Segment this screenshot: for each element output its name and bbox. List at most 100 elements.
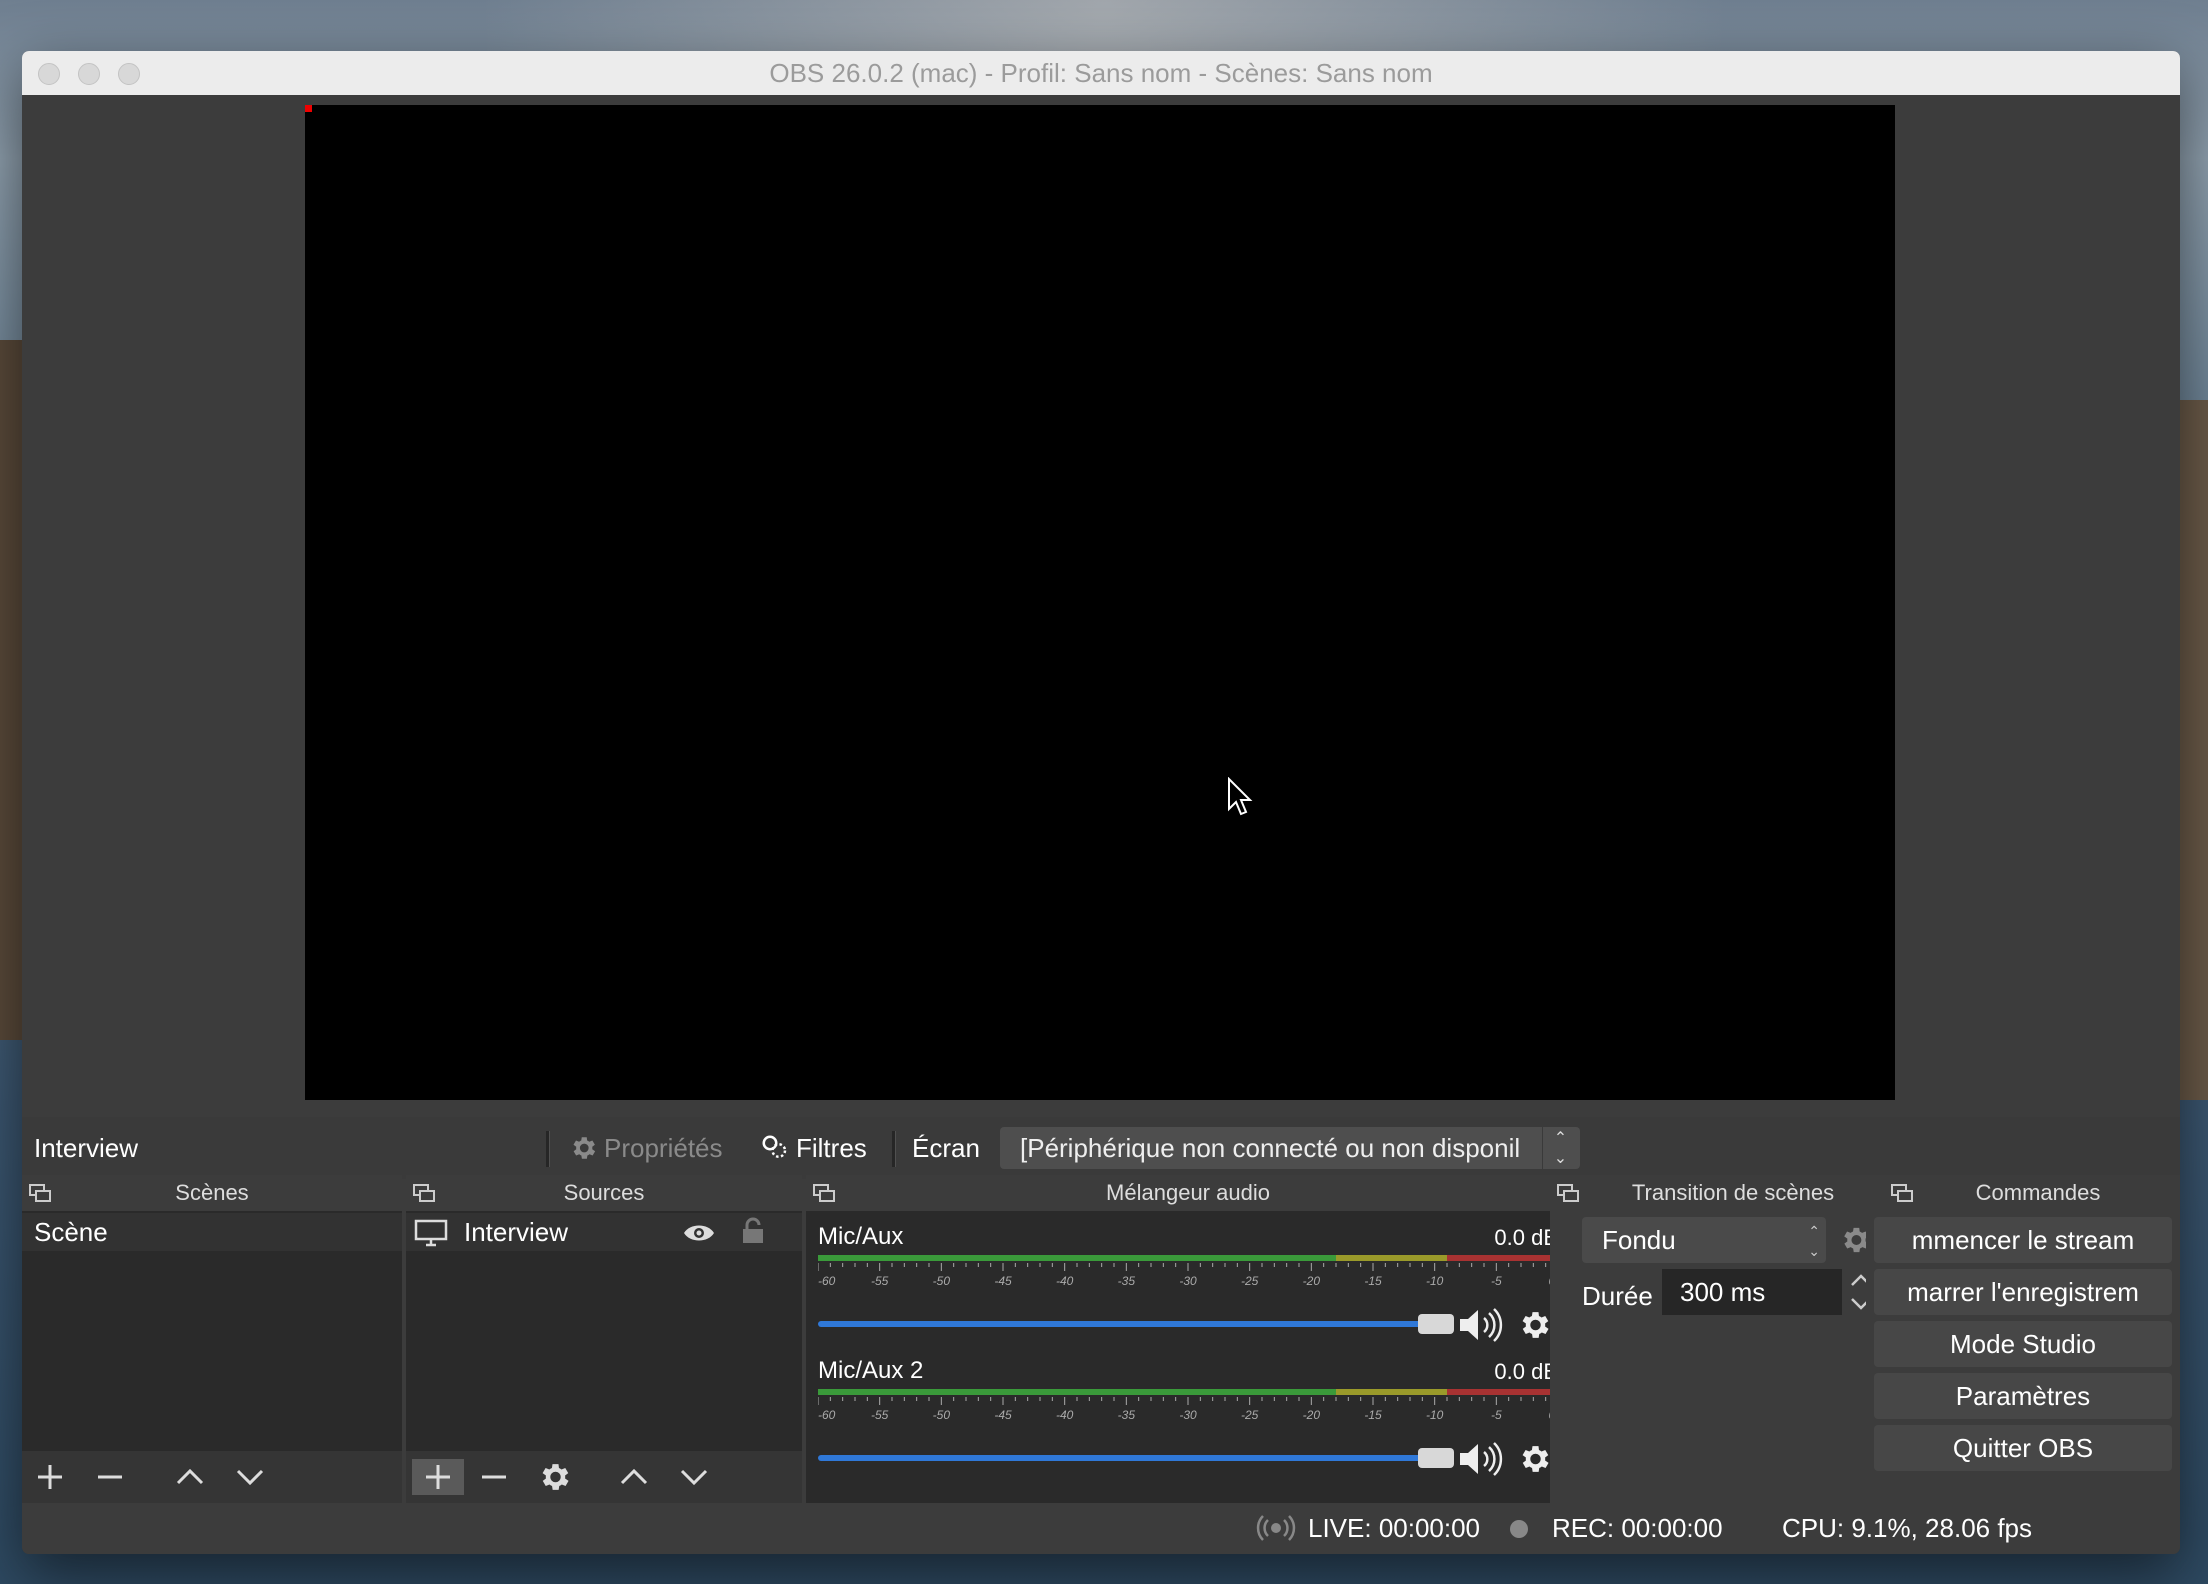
channel-name: Mic/Aux 2 — [818, 1357, 924, 1384]
selection-handle[interactable] — [305, 105, 312, 112]
audio-channel: Mic/Aux 2 0.0 dB -60 -55 -50 -45 -40 -35 -30 -2… — [806, 1349, 1570, 1479]
move-source-down-button[interactable] — [674, 1459, 714, 1495]
obs-window: OBS 26.0.2 (mac) - Profil: Sans nom - Sc… — [22, 51, 2180, 1554]
undock-icon[interactable] — [1890, 1183, 1914, 1203]
move-scene-up-button[interactable] — [170, 1459, 210, 1495]
volume-slider-handle[interactable] — [1418, 1448, 1454, 1468]
transitions-title: Transition de scènes — [1631, 1180, 1835, 1205]
meter-scale-label: -55 — [871, 1274, 889, 1288]
meter-scale-label: -40 — [1056, 1274, 1074, 1288]
device-select-value: [Périphérique non connecté ou non dispon… — [1020, 1133, 1521, 1163]
meter-scale-label: -15 — [1364, 1408, 1382, 1422]
scene-list-item[interactable]: Scène — [22, 1213, 402, 1251]
quit-button[interactable]: Quitter OBS — [1874, 1425, 2172, 1471]
studio-mode-button[interactable]: Mode Studio — [1874, 1321, 2172, 1367]
device-select[interactable]: [Périphérique non connecté ou non dispon… — [1000, 1127, 1580, 1169]
preview-area — [22, 95, 2180, 1159]
meter-scale-label: -5 — [1491, 1274, 1502, 1288]
audio-mixer-body: Mic/Aux 0.0 dB -60 -55 -50 -45 -40 -35 -30 -25 -… — [806, 1211, 1570, 1503]
gear-icon — [573, 1137, 596, 1159]
move-source-up-button[interactable] — [614, 1459, 654, 1495]
meter-scale-label: -35 — [1118, 1274, 1136, 1288]
meter-scale-label: -10 — [1426, 1274, 1444, 1288]
meter-scale-label: -15 — [1364, 1274, 1382, 1288]
undock-icon[interactable] — [28, 1183, 52, 1203]
channel-db: 0.0 dB — [1494, 1225, 1558, 1250]
lock-icon[interactable] — [740, 1217, 766, 1245]
speaker-icon[interactable] — [1456, 1439, 1504, 1479]
sources-title: Sources — [563, 1180, 645, 1205]
preview-canvas[interactable] — [305, 105, 1895, 1100]
meter-scale-label: -60 — [818, 1274, 836, 1288]
remove-source-button[interactable] — [474, 1459, 514, 1495]
duration-input[interactable]: 300 ms — [1662, 1269, 1842, 1315]
meter-scale-label: -25 — [1241, 1274, 1259, 1288]
meter-segment — [1336, 1255, 1447, 1261]
transitions-body: Fondu ⌃ ⌄ Durée 300 ms — [1550, 1211, 1886, 1503]
meter-segment — [1447, 1389, 1558, 1395]
meter-scale-label: -40 — [1056, 1408, 1074, 1422]
volume-meter: -60-55-50-45-40-35-30-25-20-15-10-50 — [818, 1255, 1558, 1288]
sources-footer — [406, 1451, 802, 1503]
channel-settings-gear-icon[interactable] — [1516, 1307, 1552, 1343]
filters-button[interactable]: Filtres — [760, 1117, 867, 1179]
settings-button[interactable]: Paramètres — [1874, 1373, 2172, 1419]
desktop-rock-right — [2180, 400, 2208, 1100]
duration-value: 300 ms — [1680, 1277, 1766, 1307]
cpu-status: CPU: 9.1%, 28.06 fps — [1782, 1513, 2033, 1543]
meter-scale-label: -30 — [1179, 1408, 1197, 1422]
meter-segment — [818, 1389, 1336, 1395]
meter-scale-label: -30 — [1179, 1274, 1197, 1288]
record-dot-icon — [1510, 1520, 1528, 1538]
desktop-rock-left — [0, 340, 22, 1040]
add-source-button[interactable] — [412, 1459, 464, 1495]
volume-slider-track[interactable] — [818, 1455, 1448, 1461]
meter-segment — [1336, 1389, 1447, 1395]
undock-icon[interactable] — [1556, 1183, 1580, 1203]
eye-icon[interactable] — [682, 1221, 716, 1245]
start-recording-button[interactable]: marrer l'enregistrem — [1874, 1269, 2172, 1315]
current-source-name: Interview — [34, 1133, 139, 1163]
window-title: OBS 26.0.2 (mac) - Profil: Sans nom - Sc… — [769, 58, 1433, 88]
meter-scale-label: -20 — [1303, 1274, 1321, 1288]
meter-scale-label: -60 — [818, 1408, 836, 1422]
transitions-header: Transition de scènes — [1550, 1175, 1886, 1211]
undock-icon[interactable] — [412, 1183, 436, 1203]
source-list-item[interactable]: Interview — [406, 1213, 802, 1251]
source-name: Interview — [464, 1217, 569, 1247]
transition-select[interactable]: Fondu ⌃ ⌄ — [1582, 1217, 1826, 1263]
meter-scale-label: -25 — [1241, 1408, 1259, 1422]
add-scene-button[interactable] — [30, 1459, 70, 1495]
source-properties-gear-icon[interactable] — [534, 1459, 574, 1495]
channel-settings-gear-icon[interactable] — [1516, 1441, 1552, 1477]
live-status: LIVE: 00:00:00 — [1308, 1513, 1481, 1543]
toolbar-divider — [546, 1131, 550, 1167]
scenes-footer — [22, 1451, 402, 1503]
updown-chevron-icon[interactable]: ⌃ ⌄ — [1542, 1127, 1578, 1169]
properties-button[interactable]: Propriétés — [568, 1117, 723, 1179]
channel-db: 0.0 dB — [1494, 1359, 1558, 1384]
updown-chevron-icon: ⌃ ⌄ — [1808, 1223, 1820, 1259]
scenes-dock: Scènes Scène — [22, 1175, 402, 1503]
controls-title: Commandes — [1975, 1180, 2101, 1205]
move-scene-down-button[interactable] — [230, 1459, 270, 1495]
meter-scale-label: -10 — [1426, 1408, 1444, 1422]
mouse-cursor-icon — [1228, 777, 1253, 816]
rec-status: REC: 00:00:00 — [1552, 1513, 1723, 1543]
undock-icon[interactable] — [812, 1183, 836, 1203]
controls-header: Commandes — [1866, 1175, 2180, 1211]
volume-meter: -60-55-50-45-40-35-30-25-20-15-10-50 — [818, 1389, 1558, 1422]
start-streaming-button[interactable]: mmencer le stream — [1874, 1217, 2172, 1263]
meter-scale-label: -45 — [994, 1408, 1012, 1422]
audio-channel: Mic/Aux 0.0 dB -60 -55 -50 -45 -40 -35 -30 -25 -… — [806, 1215, 1570, 1345]
properties-label: Propriétés — [604, 1133, 723, 1163]
meter-scale-label: -50 — [933, 1408, 951, 1422]
speaker-icon[interactable] — [1456, 1305, 1504, 1345]
volume-slider-track[interactable] — [818, 1321, 1448, 1327]
controls-dock: Commandes mmencer le stream marrer l'enr… — [1866, 1175, 2180, 1503]
meter-scale-label: -35 — [1118, 1408, 1136, 1422]
remove-scene-button[interactable] — [90, 1459, 130, 1495]
meter-segment — [818, 1255, 1336, 1261]
monitor-icon — [414, 1219, 448, 1247]
volume-slider-handle[interactable] — [1418, 1314, 1454, 1334]
